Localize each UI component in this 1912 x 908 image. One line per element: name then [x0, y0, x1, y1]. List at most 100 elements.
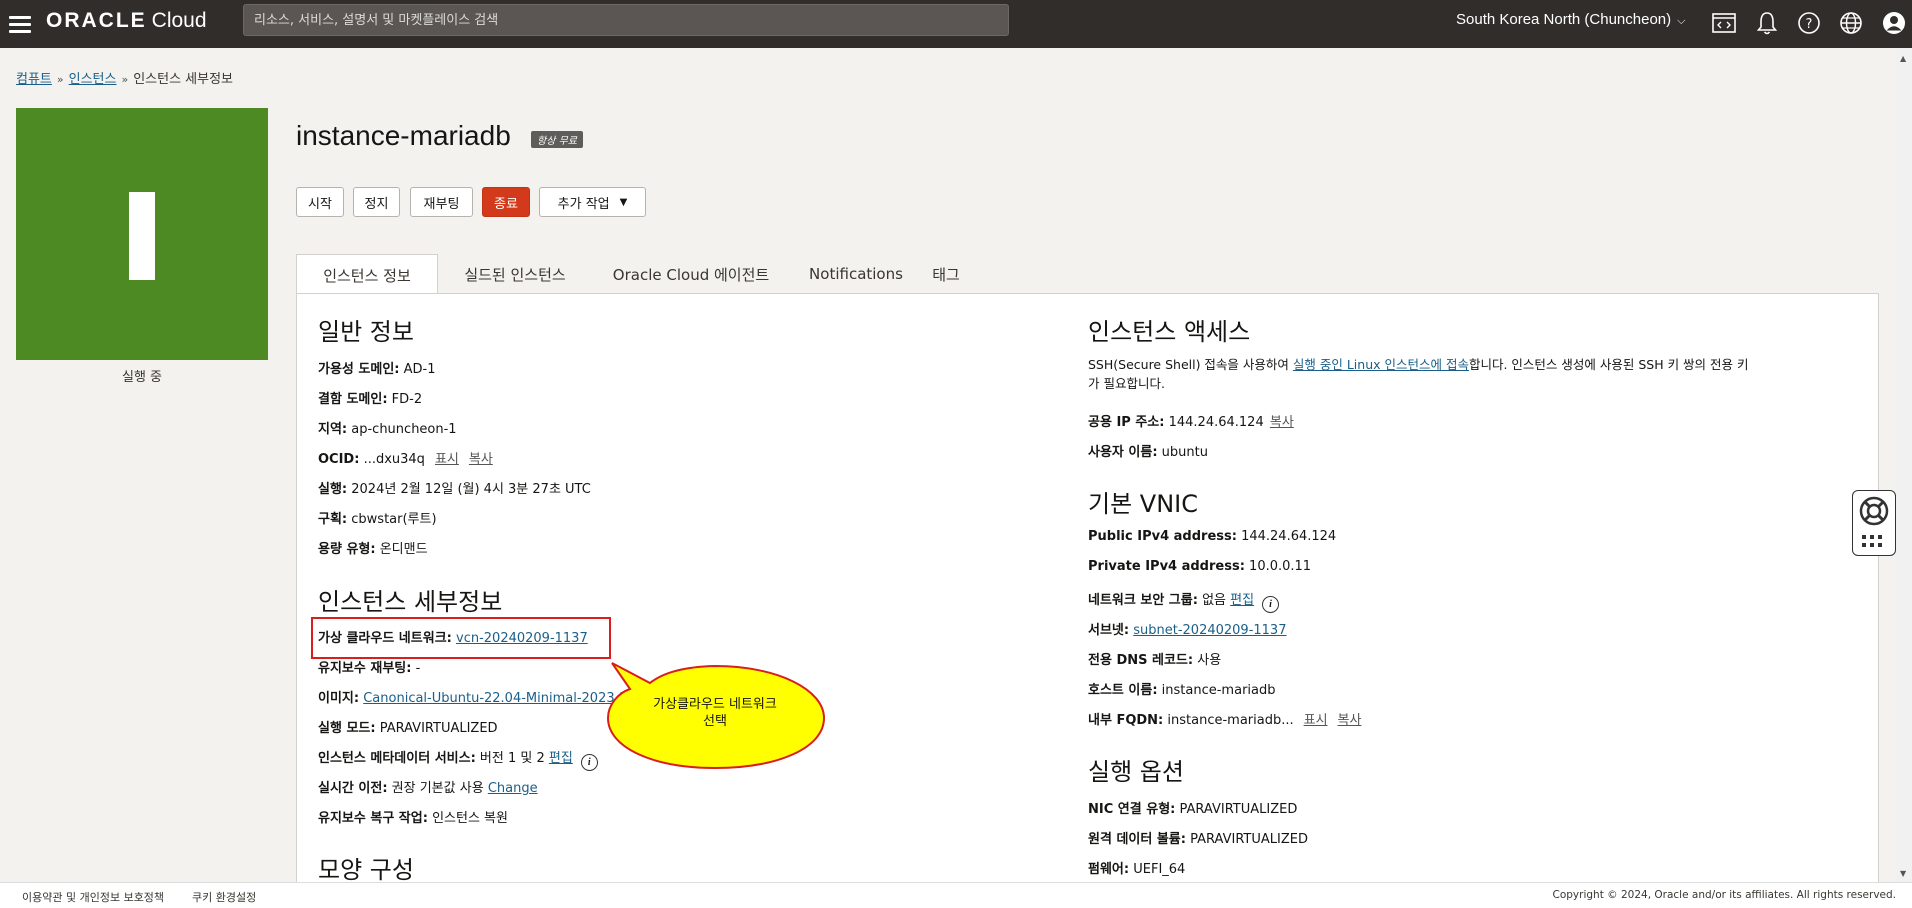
region-row: 지역: ap-chuncheon-1: [318, 418, 457, 437]
shape-config-heading: 모양 구성: [318, 856, 414, 884]
imds-edit-link[interactable]: 편집: [549, 751, 573, 766]
mode-value: PARAVIRTUALIZED: [379, 721, 498, 736]
breadcrumb-separator: »: [121, 73, 129, 86]
nsg-row: 네트워크 보안 그룹: 없음 편집 i: [1088, 589, 1280, 613]
info-icon[interactable]: i: [580, 754, 598, 771]
help-widget[interactable]: [1852, 490, 1896, 556]
search-input[interactable]: [244, 5, 1004, 35]
launched-row: 실행: 2024년 2월 12일 (월) 4시 3분 27초 UTC: [318, 478, 591, 497]
nic-label: NIC 연결 유형:: [1088, 802, 1176, 817]
breadcrumb-compute[interactable]: 컴퓨트: [16, 72, 52, 87]
maintenance-reboot-row: 유지보수 재부팅: -: [318, 657, 420, 676]
scroll-up-arrow[interactable]: ▲: [1900, 54, 1906, 63]
ip-copy-link[interactable]: 복사: [1270, 415, 1294, 430]
cookie-preferences-link[interactable]: 쿠키 환경설정: [192, 889, 256, 905]
ocid-show-link[interactable]: 표시: [435, 452, 459, 467]
region-label: South Korea North (Chuncheon): [1456, 11, 1672, 28]
breadcrumb-current: 인스턴스 세부정보: [133, 72, 234, 87]
maint-label: 유지보수 재부팅:: [318, 661, 412, 676]
more-actions-button[interactable]: 추가 작업 ▼: [539, 187, 646, 217]
tab-cloud-agent[interactable]: Oracle Cloud 에이전트: [600, 254, 782, 294]
breadcrumb-separator: »: [56, 73, 64, 86]
terms-link[interactable]: 이용약관 및 개인정보 보호정책: [22, 889, 164, 905]
firmware-row: 펌웨어: UEFI_64: [1088, 858, 1185, 877]
access-desc-pre: SSH(Secure Shell) 접속을 사용하여: [1088, 357, 1293, 372]
launched-value: 2024년 2월 12일 (월) 4시 3분 27초 UTC: [351, 482, 591, 497]
copyright-text: Copyright © 2024, Oracle and/or its affi…: [1552, 889, 1896, 901]
page-scrollbar[interactable]: ▲ ▼: [1896, 48, 1912, 882]
scroll-down-arrow[interactable]: ▼: [1900, 869, 1906, 878]
subnet-row: 서브넷: subnet-20240209-1137: [1088, 619, 1286, 638]
fd-value: FD-2: [391, 392, 423, 407]
nsg-edit-link[interactable]: 편집: [1230, 593, 1254, 608]
imds-value: 버전 1 및 2: [479, 751, 545, 766]
capacity-value: 온디맨드: [379, 542, 428, 557]
recovery-action-row: 유지보수 복구 작업: 인스턴스 복원: [318, 807, 508, 826]
lifebuoy-icon[interactable]: [1858, 495, 1890, 527]
fqdn-value: instance-mariadb...: [1167, 713, 1294, 728]
ad-value: AD-1: [403, 362, 436, 377]
connect-linux-link[interactable]: 실행 중인 Linux 인스턴스에 접속: [1293, 357, 1469, 372]
fqdn-show-link[interactable]: 표시: [1304, 713, 1328, 728]
launched-label: 실행:: [318, 482, 348, 497]
public-ip-row: 공용 IP 주소: 144.24.64.124 복사: [1088, 411, 1294, 430]
launch-options-heading: 실행 옵션: [1088, 758, 1184, 786]
subnet-link[interactable]: subnet-20240209-1137: [1133, 623, 1286, 638]
oracle-cloud-logo[interactable]: ORACLE Cloud: [46, 9, 207, 33]
help-icon[interactable]: ?: [1795, 9, 1823, 37]
callout-line1: 가상클라우드 네트워크: [653, 697, 777, 712]
always-free-badge: 항상 무료: [531, 131, 583, 148]
private-ipv4-row: Private IPv4 address: 10.0.0.11: [1088, 559, 1311, 574]
instance-details-heading: 인스턴스 세부정보: [318, 588, 503, 616]
remote-volume-row: 원격 데이터 볼륨: PARAVIRTUALIZED: [1088, 828, 1308, 847]
apps-grid-icon[interactable]: [1861, 533, 1887, 549]
top-navigation-bar: ORACLECloud South Korea North (Chuncheon…: [0, 0, 1912, 48]
pub-value: 144.24.64.124: [1241, 529, 1337, 544]
reboot-button[interactable]: 재부팅: [410, 187, 473, 217]
region-selector[interactable]: South Korea North (Chuncheon) ⌵: [1456, 11, 1685, 28]
priv-value: 10.0.0.11: [1249, 559, 1312, 574]
region-row-label: 지역:: [318, 422, 348, 437]
image-link[interactable]: Canonical-Ubuntu-22.04-Minimal-2023.1: [363, 691, 627, 706]
tab-instance-info[interactable]: 인스턴스 정보: [296, 254, 438, 295]
info-icon[interactable]: i: [1262, 596, 1280, 613]
pub-label: Public IPv4 address:: [1088, 529, 1237, 544]
fw-value: UEFI_64: [1133, 862, 1186, 877]
live-change-link[interactable]: Change: [488, 781, 538, 796]
hamburger-icon[interactable]: [6, 10, 34, 38]
nic-attachment-row: NIC 연결 유형: PARAVIRTUALIZED: [1088, 798, 1297, 817]
stop-button[interactable]: 정지: [353, 187, 400, 217]
globe-icon[interactable]: [1837, 9, 1865, 37]
vcn-highlight-box: [311, 617, 611, 659]
global-search[interactable]: [243, 4, 1009, 36]
fd-label: 결함 도메인:: [318, 392, 388, 407]
start-button[interactable]: 시작: [296, 187, 344, 217]
subnet-label: 서브넷:: [1088, 623, 1130, 638]
bell-icon[interactable]: [1753, 9, 1781, 37]
ocid-value: ...dxu34q: [363, 452, 425, 467]
general-info-heading: 일반 정보: [318, 318, 414, 346]
public-ipv4-row: Public IPv4 address: 144.24.64.124: [1088, 529, 1336, 544]
tab-notifications[interactable]: Notifications: [801, 254, 911, 294]
access-desc-post: 합니다. 인스턴스 생성에 사용된 SSH 키 쌍의 전용 키: [1468, 357, 1749, 372]
chevron-down-icon: ⌵: [1677, 15, 1686, 27]
compartment-row: 구획: cbwstar(루트): [318, 508, 437, 527]
recovery-value: 인스턴스 복원: [432, 811, 508, 826]
tab-shielded-instance[interactable]: 실드된 인스턴스: [440, 254, 590, 294]
ocid-copy-link[interactable]: 복사: [469, 452, 493, 467]
ip-label: 공용 IP 주소:: [1088, 415, 1165, 430]
capacity-label: 용량 유형:: [318, 542, 376, 557]
instance-state-label: 실행 중: [121, 370, 162, 385]
instance-state-tile: [16, 108, 268, 360]
availability-domain-row: 가용성 도메인: AD-1: [318, 358, 436, 377]
instance-icon: [129, 192, 155, 280]
access-description-line2: 가 필요합니다.: [1088, 376, 1165, 391]
live-value: 권장 기본값 사용: [391, 781, 484, 796]
brand-product: Cloud: [151, 9, 207, 32]
terminate-button[interactable]: 종료: [482, 187, 530, 217]
breadcrumb-instances[interactable]: 인스턴스: [69, 72, 117, 87]
fqdn-copy-link[interactable]: 복사: [1338, 713, 1362, 728]
user-icon[interactable]: [1880, 9, 1908, 37]
tab-tags[interactable]: 태그: [926, 254, 966, 294]
code-editor-icon[interactable]: [1710, 9, 1738, 37]
